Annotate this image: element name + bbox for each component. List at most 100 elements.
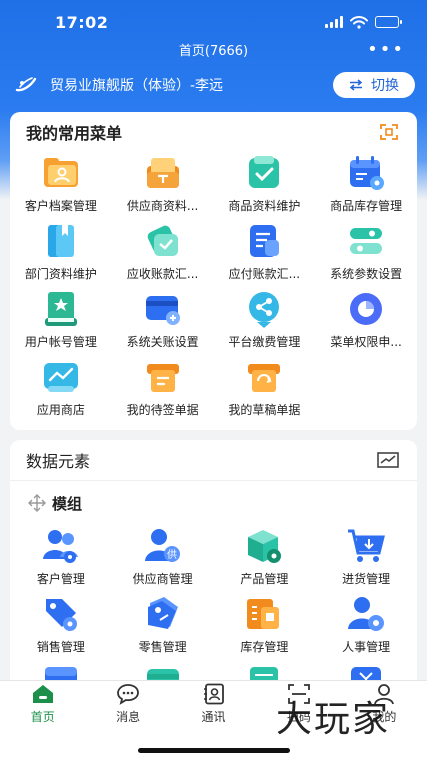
battery-icon (375, 16, 402, 28)
tab-home[interactable]: 首页 (0, 681, 85, 729)
module-hr[interactable]: 人事管理 (315, 593, 417, 661)
menu-item-label: 应付账款汇... (228, 267, 301, 281)
menu-item-label: 供应商资料... (126, 199, 199, 213)
module-product[interactable]: 产品管理 (214, 525, 316, 593)
module-label: 零售管理 (138, 640, 187, 654)
data-elements-header: 数据元素 (10, 440, 417, 480)
menu-item-customer-archive[interactable]: 客户档案管理 (10, 152, 112, 220)
status-bar: 17:02 (0, 0, 427, 44)
pending-sign-ticket-icon (146, 364, 179, 392)
chart-trend-icon[interactable] (377, 451, 399, 469)
supplier-person-icon: 供 (144, 529, 180, 562)
menu-item-receivable[interactable]: 应收账款汇... (112, 220, 214, 288)
menu-item-menu-permission[interactable]: 菜单权限申... (315, 288, 417, 356)
inventory-calendar-icon (350, 156, 385, 190)
status-icons (325, 15, 402, 29)
module-stock[interactable]: 库存管理 (214, 593, 316, 661)
module-customer[interactable]: 客户管理 (10, 525, 112, 593)
contacts-book-icon (203, 683, 224, 705)
tab-contacts[interactable]: 通讯 (171, 681, 256, 729)
menu-item-system-parameter[interactable]: 系统参数设置 (315, 220, 417, 288)
permission-pie-icon (350, 293, 383, 325)
hr-person-gear-icon (348, 597, 385, 631)
menu-item-label: 应收账款汇... (126, 267, 199, 281)
data-elements-title: 数据元素 (26, 452, 91, 471)
module-label: 供应商管理 (132, 572, 193, 586)
module-label: 销售管理 (36, 640, 85, 654)
menu-item-label: 系统关账设置 (126, 335, 199, 349)
home-indicator[interactable] (138, 748, 290, 753)
module-supplier[interactable]: 供 供应商管理 (112, 525, 214, 593)
menu-item-label: 应用商店 (36, 403, 85, 417)
tab-messages[interactable]: 消息 (85, 681, 170, 729)
switch-button[interactable]: 切换 (333, 72, 415, 98)
module-title: 模组 (52, 494, 83, 513)
module-label: 客户管理 (36, 572, 85, 586)
module-section-title: 模组 (10, 481, 417, 525)
company-logo-icon (15, 77, 37, 92)
app-store-chart-icon (43, 363, 78, 392)
purchase-cart-icon (348, 529, 386, 562)
message-bubble-icon (117, 684, 140, 705)
menu-item-product-info[interactable]: 商品资料维护 (214, 152, 316, 220)
customer-folder-icon (43, 158, 78, 187)
stock-warehouse-icon (247, 599, 280, 629)
organization-name: 贸易业旗舰版（体验）-李远 (50, 78, 224, 94)
menu-item-close-account[interactable]: 系统关账设置 (112, 288, 214, 356)
status-time: 17:02 (55, 12, 109, 32)
menu-item-app-store[interactable]: 应用商店 (10, 356, 112, 424)
module-label: 产品管理 (240, 572, 289, 586)
favorites-grid: 客户档案管理 供应商资料... 商品资料维护 商品库存管理 部门资料维护 应收账… (10, 152, 417, 424)
module-retail[interactable]: 零售管理 (112, 593, 214, 661)
wifi-icon (350, 15, 368, 29)
module-sales[interactable]: 销售管理 (10, 593, 112, 661)
supplier-folder-icon (146, 158, 179, 188)
menu-item-platform-payment[interactable]: 平台缴费管理 (214, 288, 316, 356)
menu-item-label: 商品库存管理 (330, 199, 403, 213)
edit-layout-icon[interactable] (379, 123, 399, 141)
swap-arrows-icon (349, 79, 363, 91)
menu-item-label: 菜单权限申... (330, 335, 402, 349)
title-bar: 首页(7666) ••• (0, 40, 427, 64)
module-grid: 客户管理 供 供应商管理 产品管理 进货管理 销售管理 零售管理 库存管理 人事… (10, 525, 417, 690)
menu-item-pending-sign[interactable]: 我的待签单据 (112, 356, 214, 424)
organization-bar: 贸易业旗舰版（体验）-李远 切换 (0, 70, 427, 100)
receivable-tag-icon (147, 225, 178, 256)
close-account-card-icon (145, 296, 180, 325)
menu-item-label: 我的草稿单据 (228, 403, 301, 417)
system-parameter-icon (350, 228, 383, 254)
move-arrows-icon (28, 494, 46, 512)
switch-label: 切换 (371, 78, 399, 94)
page-title: 首页(7666) (178, 44, 249, 59)
menu-item-label: 部门资料维护 (24, 267, 97, 281)
retail-tag-icon (147, 597, 178, 629)
tab-label: 首页 (30, 710, 55, 724)
favorites-title: 我的常用菜单 (26, 124, 123, 143)
menu-item-label: 系统参数设置 (330, 267, 403, 281)
menu-item-department[interactable]: 部门资料维护 (10, 220, 112, 288)
menu-item-supplier-info[interactable]: 供应商资料... (112, 152, 214, 220)
draft-ticket-icon (248, 364, 281, 392)
menu-item-inventory[interactable]: 商品库存管理 (315, 152, 417, 220)
module-label: 人事管理 (342, 640, 391, 654)
menu-item-payable[interactable]: 应付账款汇... (214, 220, 316, 288)
menu-item-draft[interactable]: 我的草稿单据 (214, 356, 316, 424)
more-menu-button[interactable]: ••• (367, 40, 405, 60)
menu-item-user-account[interactable]: 用户帐号管理 (10, 288, 112, 356)
menu-item-label: 我的待签单据 (126, 403, 199, 417)
home-icon (32, 685, 53, 703)
module-label: 进货管理 (342, 572, 391, 586)
module-label: 库存管理 (240, 640, 289, 654)
menu-item-label: 客户档案管理 (24, 199, 97, 213)
payment-share-icon (249, 292, 280, 328)
supplier-badge: 供 (167, 548, 177, 561)
favorites-header: 我的常用菜单 (10, 112, 417, 152)
watermark-text: 大玩家 (276, 699, 391, 740)
user-account-book-icon (44, 292, 77, 326)
product-check-icon (249, 156, 280, 188)
department-book-icon (47, 225, 74, 257)
payable-document-icon (250, 225, 280, 257)
module-purchase[interactable]: 进货管理 (315, 525, 417, 593)
favorites-card: 我的常用菜单 客户档案管理 供应商资料... 商品资料维护 商品库存管理 部门资… (10, 112, 417, 430)
cellular-signal-icon (325, 16, 343, 28)
